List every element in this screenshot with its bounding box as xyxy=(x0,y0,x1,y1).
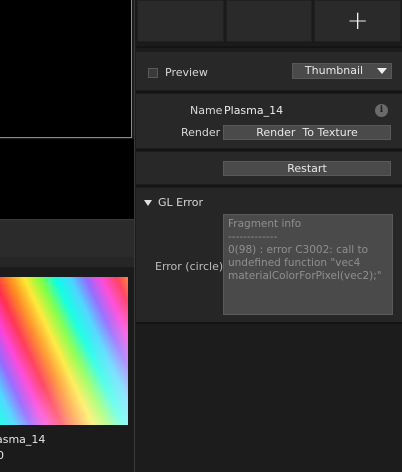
divider xyxy=(136,91,402,93)
toolbar-tile-1[interactable] xyxy=(137,0,224,42)
error-message-box[interactable]: Fragment info ------------- 0(98) : erro… xyxy=(223,214,393,315)
preview-toggle[interactable]: Preview xyxy=(148,66,208,79)
thumbnail-browser-header xyxy=(0,219,134,257)
thumbnail-browser: asma_14 0 xyxy=(0,219,134,472)
thumbnail-name: asma_14 xyxy=(0,433,46,446)
gl-error-section: GL Error Error (circle) Fragment info --… xyxy=(136,188,402,322)
gl-error-title: GL Error xyxy=(158,196,203,209)
toolbar-tiles: + xyxy=(135,0,402,44)
gl-error-header[interactable]: GL Error xyxy=(144,196,203,209)
shader-preview-viewport[interactable] xyxy=(0,0,132,138)
divider xyxy=(136,322,402,324)
name-field-label: Name xyxy=(190,104,223,117)
name-field-value[interactable]: Plasma_14 xyxy=(224,104,283,117)
view-mode-value: Thumbnail xyxy=(304,64,364,77)
divider xyxy=(136,149,402,151)
chevron-down-icon xyxy=(377,68,387,74)
viewport-background xyxy=(0,139,134,219)
app-window: asma_14 0 + Preview Thumbnail Name Plasm… xyxy=(0,0,402,472)
plasma-thumbnail-image[interactable] xyxy=(0,277,128,425)
preview-checkbox[interactable] xyxy=(148,67,158,78)
restart-section: Restart xyxy=(136,152,402,184)
divider xyxy=(136,185,402,187)
thumbnail-subtitle: 0 xyxy=(0,449,4,462)
render-field-label: Render xyxy=(181,126,221,139)
inspector-panel: + Preview Thumbnail Name Plasma_14 i Ren… xyxy=(134,0,402,472)
render-mode-button[interactable]: Render To Texture xyxy=(223,125,391,140)
view-mode-dropdown[interactable]: Thumbnail xyxy=(292,63,392,79)
error-field-label: Error (circle) xyxy=(155,260,224,273)
preview-section: Preview Thumbnail xyxy=(136,52,402,90)
restart-button[interactable]: Restart xyxy=(223,161,391,176)
preview-label: Preview xyxy=(165,66,208,79)
properties-section: Name Plasma_14 i Render Render To Textur… xyxy=(136,94,402,148)
divider xyxy=(136,46,402,48)
info-icon[interactable]: i xyxy=(375,104,388,117)
collapse-triangle-icon[interactable] xyxy=(144,199,152,206)
add-button[interactable]: + xyxy=(314,0,402,42)
toolbar-tile-2[interactable] xyxy=(225,0,313,42)
thumbnail-card[interactable]: asma_14 0 xyxy=(0,267,134,472)
